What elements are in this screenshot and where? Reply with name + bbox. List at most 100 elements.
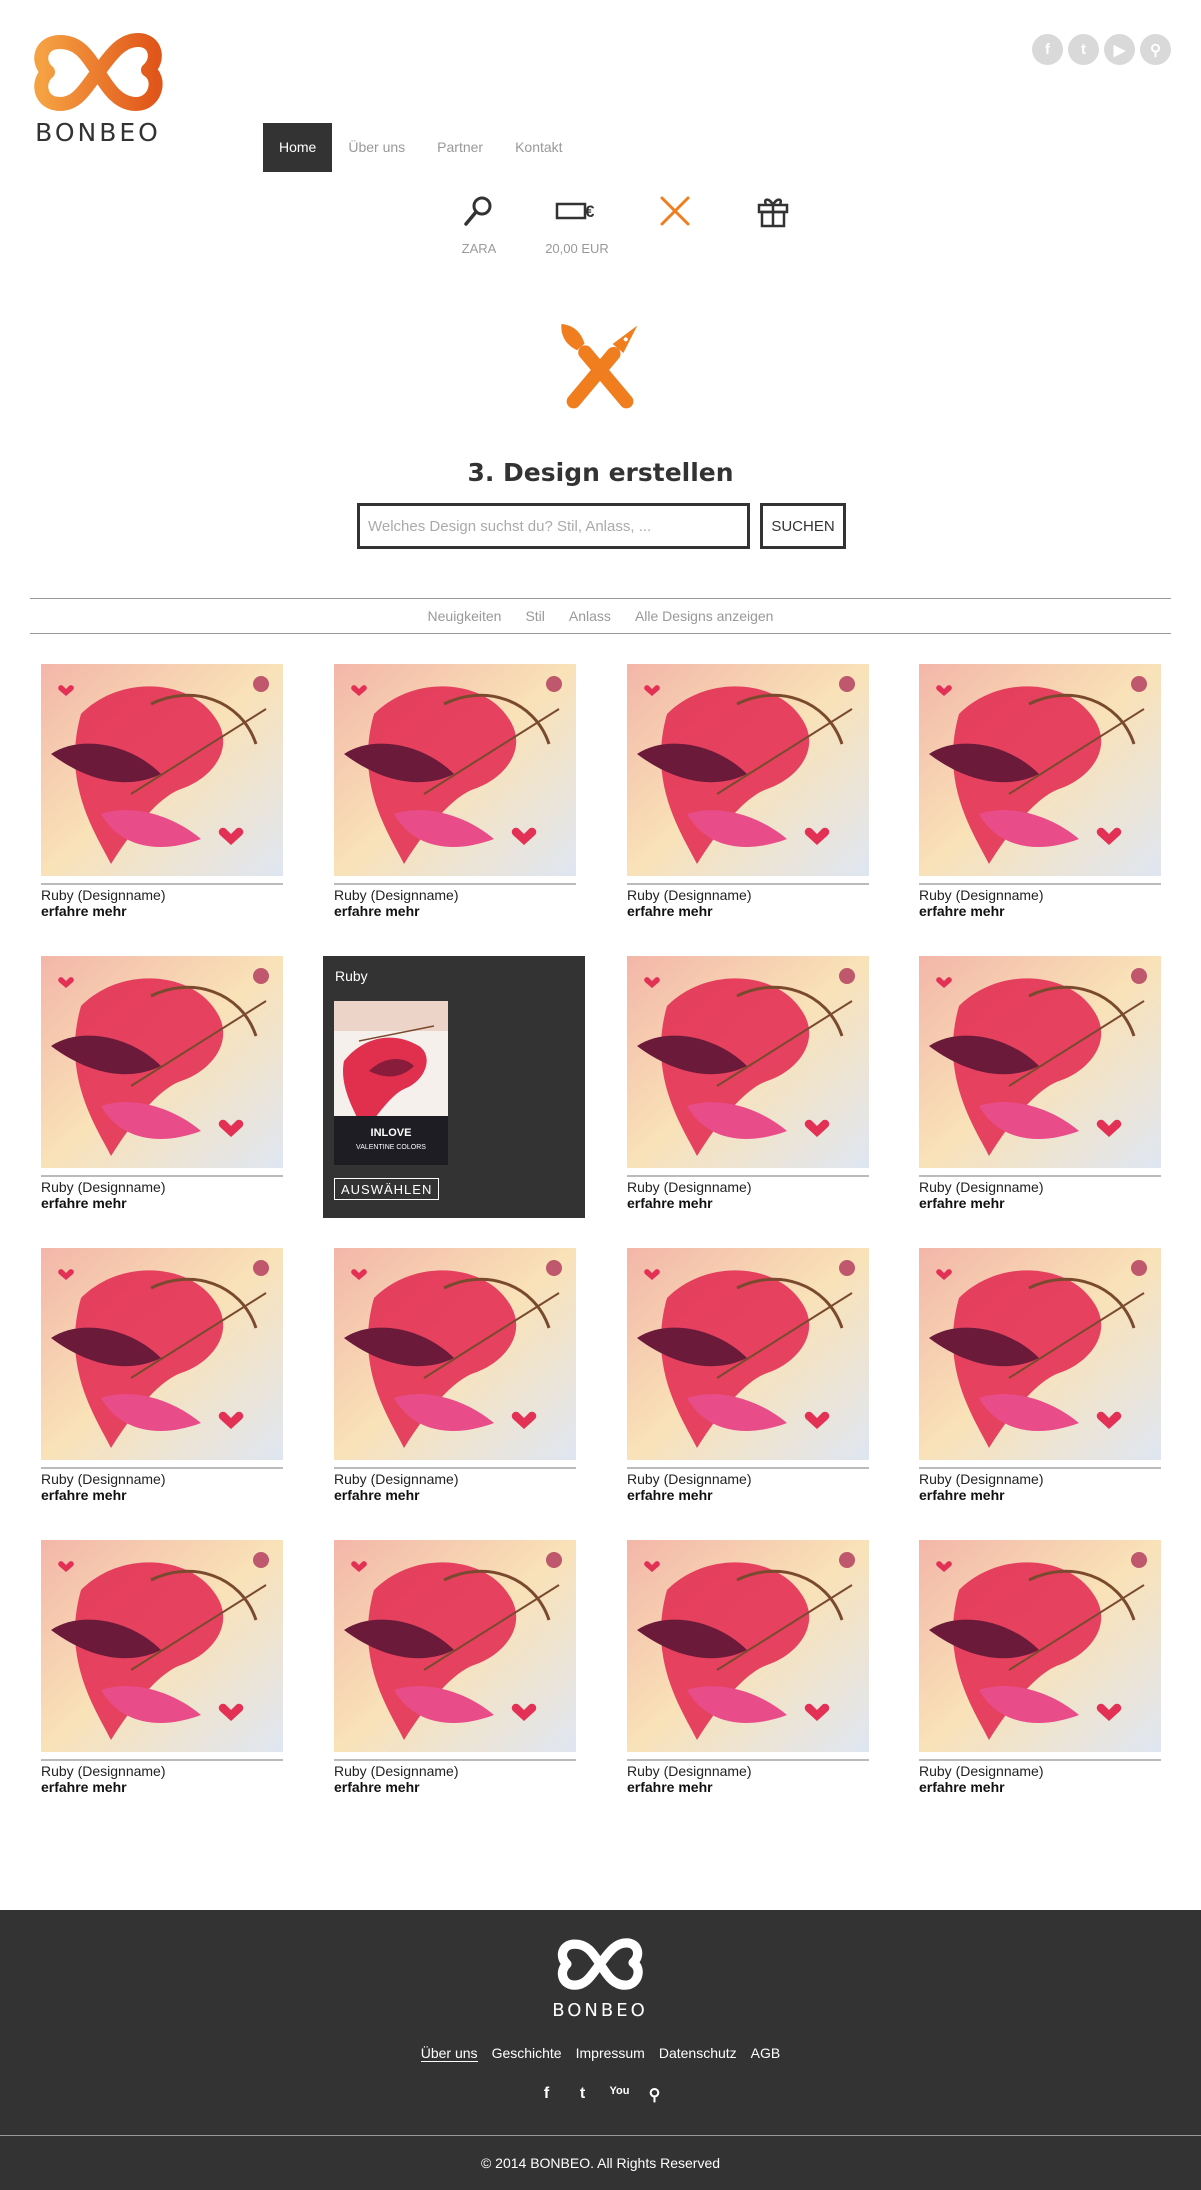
learn-more-link[interactable]: erfahre mehr [334,903,576,919]
design-card[interactable]: Ruby (Designname) erfahre mehr [41,1540,283,1795]
footer-link-agb[interactable]: AGB [751,2045,781,2062]
learn-more-link[interactable]: erfahre mehr [919,1779,1161,1795]
learn-more-link[interactable]: erfahre mehr [41,1487,283,1503]
search-button[interactable]: SUCHEN [760,503,846,549]
design-thumbnail[interactable] [41,1540,283,1752]
card-divider [41,1175,283,1177]
svg-text:€: € [585,202,595,221]
design-card[interactable]: Ruby (Designname) erfahre mehr [627,956,869,1211]
design-thumbnail[interactable] [627,664,869,876]
design-brush-pen-icon [561,324,638,409]
design-thumbnail[interactable] [919,956,1161,1168]
design-card[interactable]: Ruby (Designname) erfahre mehr [919,1540,1161,1795]
search-icon[interactable]: ⚲ [1140,34,1171,65]
design-name: Ruby (Designname) [919,1763,1044,1779]
step-label: 20,00 EUR [545,241,609,256]
design-thumbnail[interactable] [919,1540,1161,1752]
footer-link-datenschutz[interactable]: Datenschutz [659,2045,737,2062]
learn-more-link[interactable]: erfahre mehr [919,1487,1161,1503]
design-thumbnail[interactable] [919,1248,1161,1460]
footer-link-impressum[interactable]: Impressum [576,2045,645,2062]
learn-more-link[interactable]: erfahre mehr [41,903,283,919]
design-card[interactable]: Ruby (Designname) erfahre mehr [627,664,869,919]
learn-more-link[interactable]: erfahre mehr [627,1487,869,1503]
design-thumbnail[interactable] [627,1540,869,1752]
design-thumbnail[interactable] [334,1248,576,1460]
design-brush-pen-icon [660,196,690,226]
card-divider [334,883,576,885]
search-icon[interactable]: ⚲ [646,2085,664,2105]
brand-logo[interactable]: BONBEO [28,32,168,157]
learn-more-link[interactable]: erfahre mehr [334,1779,576,1795]
twitter-icon[interactable]: t [1068,34,1099,65]
design-card[interactable]: Ruby (Designname) erfahre mehr [334,664,576,919]
filter-neuigkeiten[interactable]: Neuigkeiten [428,608,502,624]
design-thumbnail[interactable] [627,956,869,1168]
learn-more-link[interactable]: erfahre mehr [919,1195,1161,1211]
design-card[interactable]: Ruby (Designname) erfahre mehr [627,1540,869,1795]
design-filter-bar: Neuigkeiten Stil Anlass Alle Designs anz… [30,598,1171,634]
design-thumbnail[interactable] [334,1540,576,1752]
facebook-icon[interactable]: f [1032,34,1063,65]
design-poster-preview[interactable]: INLOVE VALENTINE COLORS [334,1001,448,1165]
card-divider [919,1175,1161,1177]
card-divider [919,1467,1161,1469]
design-card[interactable]: Ruby (Designname) erfahre mehr [919,1248,1161,1503]
step-gift[interactable] [724,193,822,257]
learn-more-link[interactable]: erfahre mehr [627,1195,869,1211]
select-design-button[interactable]: AUSWÄHLEN [334,1178,440,1200]
nav-item-ueber-uns[interactable]: Über uns [332,123,421,172]
footer-logo[interactable]: BONBEO [550,1935,650,2021]
step-design[interactable] [626,193,724,257]
youtube-icon[interactable]: ▶ [1104,34,1135,65]
design-thumbnail[interactable] [41,664,283,876]
site-footer: BONBEO Über uns Geschichte Impressum Dat… [0,1910,1201,2190]
footer-link-ueber-uns[interactable]: Über uns [420,2045,478,2062]
design-card[interactable]: Ruby (Designname) erfahre mehr [334,1540,576,1795]
learn-more-link[interactable]: erfahre mehr [41,1779,283,1795]
design-card[interactable]: Ruby (Designname) erfahre mehr [334,1248,576,1503]
nav-item-partner[interactable]: Partner [421,123,499,172]
step-label [724,241,822,257]
design-name: Ruby (Designname) [627,887,752,903]
design-card[interactable]: Ruby (Designname) erfahre mehr [919,956,1161,1211]
step-store[interactable]: ZARA [430,193,528,257]
design-thumbnail[interactable] [919,664,1161,876]
filter-stil[interactable]: Stil [525,608,544,624]
nav-item-home[interactable]: Home [263,123,333,172]
filter-alle-designs[interactable]: Alle Designs anzeigen [635,608,774,624]
design-thumbnail[interactable] [334,664,576,876]
nav-item-kontakt[interactable]: Kontakt [499,123,578,172]
design-name: Ruby (Designname) [627,1179,752,1195]
design-name: Ruby (Designname) [627,1471,752,1487]
design-thumbnail[interactable] [41,956,283,1168]
filter-anlass[interactable]: Anlass [569,608,611,624]
footer-link-geschichte[interactable]: Geschichte [492,2045,562,2062]
learn-more-link[interactable]: erfahre mehr [334,1487,576,1503]
copyright-text: © 2014 BONBEO. All Rights Reserved [480,2155,721,2171]
learn-more-link[interactable]: erfahre mehr [919,903,1161,919]
design-card[interactable]: Ruby (Designname) erfahre mehr [627,1248,869,1503]
design-card[interactable]: Ruby (Designname) erfahre mehr [919,664,1161,919]
design-name: Ruby (Designname) [627,1763,752,1779]
page-title: 3. Design erstellen [467,458,734,487]
learn-more-link[interactable]: erfahre mehr [627,903,869,919]
twitter-icon[interactable]: t [574,2085,592,2105]
design-thumbnail[interactable] [41,1248,283,1460]
card-divider [627,1759,869,1761]
card-divider [919,1759,1161,1761]
design-name: Ruby (Designname) [919,887,1044,903]
design-card[interactable]: Ruby (Designname) erfahre mehr [41,664,283,919]
footer-links: Über uns Geschichte Impressum Datenschut… [0,2045,1201,2062]
design-thumbnail[interactable] [627,1248,869,1460]
learn-more-link[interactable]: erfahre mehr [41,1195,283,1211]
design-card[interactable]: Ruby (Designname) erfahre mehr [41,1248,283,1503]
selected-design-panel: Ruby INLOVE VALENTINE COLORS AUSWÄHLEN [323,956,585,1218]
design-card[interactable]: Ruby (Designname) erfahre mehr [41,956,283,1211]
step-value[interactable]: € 20,00 EUR [528,193,626,257]
learn-more-link[interactable]: erfahre mehr [627,1779,869,1795]
logo-mark-icon [557,1938,643,1990]
youtube-icon[interactable]: You [610,2085,630,2105]
facebook-icon[interactable]: f [538,2085,556,2105]
design-search-input[interactable] [357,503,750,549]
